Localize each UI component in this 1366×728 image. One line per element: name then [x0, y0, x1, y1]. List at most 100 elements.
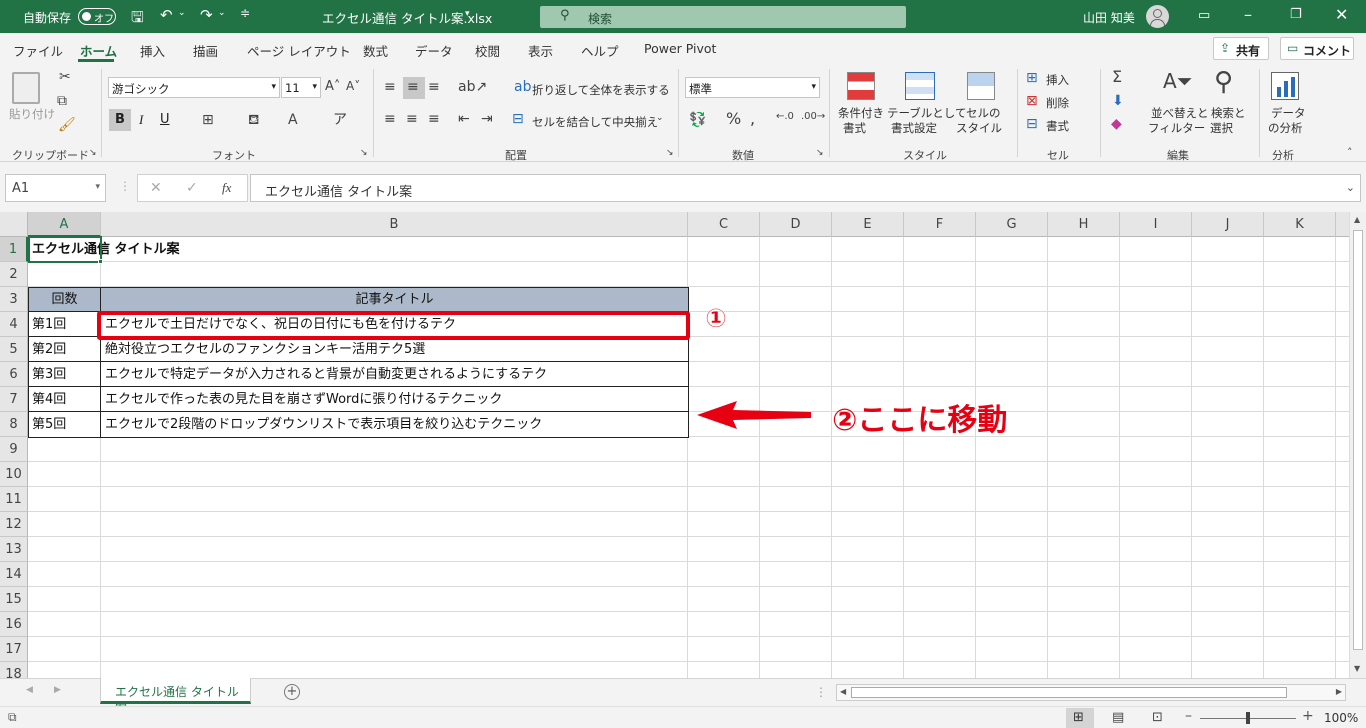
tab-view[interactable]: 表示 [528, 41, 553, 60]
fill-handle[interactable] [98, 259, 103, 264]
customize-qat-icon[interactable]: ≑ [240, 6, 250, 20]
tab-file[interactable]: ファイル [13, 41, 63, 60]
borders-icon[interactable]: ⊞ [202, 113, 214, 127]
sort-filter-label-2[interactable]: フィルター [1148, 120, 1205, 136]
insert-function-icon[interactable]: fx [222, 180, 231, 196]
normal-view-button[interactable]: ⊞ [1066, 708, 1094, 728]
undo-dropdown-icon[interactable]: ⌄ [178, 8, 186, 18]
column-header-h[interactable]: H [1048, 212, 1120, 237]
increase-decimal-icon[interactable]: ←.0 [776, 112, 794, 122]
share-button[interactable]: ⇪ 共有 [1213, 37, 1269, 60]
column-header-a[interactable]: A [28, 212, 101, 237]
row-header-14[interactable]: 14 [0, 562, 28, 587]
minimize-icon[interactable]: – [1244, 5, 1252, 24]
close-icon[interactable]: ✕ [1335, 5, 1348, 24]
find-select-icon[interactable]: ⚲ [1214, 69, 1233, 95]
align-middle-button[interactable]: ≡ [403, 77, 425, 99]
ribbon-display-icon[interactable]: ▭ [1198, 8, 1210, 23]
row-header-6[interactable]: 6 [0, 362, 28, 387]
paste-icon[interactable] [12, 72, 40, 104]
cell-styles-label-2[interactable]: スタイル [956, 120, 1002, 136]
tab-formulas[interactable]: 数式 [363, 41, 388, 60]
font-color-icon[interactable]: A [288, 113, 298, 127]
row-header-17[interactable]: 17 [0, 637, 28, 662]
name-box[interactable]: A1 ▾ [5, 174, 106, 202]
tab-power-pivot[interactable]: Power Pivot [644, 41, 716, 56]
conditional-format-icon[interactable] [847, 72, 875, 100]
phonetic-icon[interactable]: ア [333, 113, 347, 127]
insert-cells-button[interactable]: 挿入 [1046, 72, 1069, 88]
conditional-format-label-2[interactable]: 書式 [843, 120, 866, 136]
merge-center-button[interactable]: セルを結合して中央揃え [532, 114, 658, 130]
alignment-launcher-icon[interactable]: ↘ [666, 149, 674, 158]
user-name[interactable]: 山田 知美 [1083, 9, 1135, 26]
format-painter-icon[interactable]: 🖌 [58, 118, 76, 132]
row-header-3[interactable]: 3 [0, 287, 28, 312]
expand-formula-icon[interactable]: ⌄ [1346, 181, 1355, 194]
autosave-toggle[interactable]: オフ [78, 8, 116, 25]
scroll-thumb[interactable] [1353, 230, 1363, 650]
format-as-table-label-2[interactable]: 書式設定 [891, 120, 937, 136]
align-right-icon[interactable]: ≡ [428, 112, 440, 126]
save-icon[interactable]: 🖫 [131, 7, 144, 32]
row-header-12[interactable]: 12 [0, 512, 28, 537]
column-header-d[interactable]: D [760, 212, 832, 237]
analyze-data-label-1[interactable]: データ [1271, 105, 1306, 121]
formula-input[interactable]: エクセル通信 タイトル案 ⌄ [250, 174, 1361, 202]
scroll-thumb-horizontal[interactable] [851, 687, 1287, 698]
page-break-view-icon[interactable]: ⊡ [1152, 710, 1163, 725]
redo-icon[interactable]: ↷ [200, 6, 213, 24]
tab-draw[interactable]: 描画 [193, 41, 218, 60]
column-header-k[interactable]: K [1264, 212, 1336, 237]
sort-filter-icon[interactable]: A⏷ [1163, 71, 1193, 91]
format-as-table-icon[interactable] [905, 72, 935, 100]
wrap-text-icon[interactable]: ab [514, 80, 531, 94]
row-header-18[interactable]: 18 [0, 662, 28, 678]
format-cells-button[interactable]: 書式 [1046, 118, 1069, 134]
decrease-indent-icon[interactable]: ⇤ [458, 112, 470, 126]
title-dropdown-icon[interactable]: ▾ [465, 9, 470, 19]
cut-icon[interactable]: ✂ [59, 70, 71, 84]
tab-home[interactable]: ホーム [80, 41, 117, 60]
comma-style-icon[interactable]: , [750, 111, 755, 127]
format-cells-icon[interactable]: ⊟ [1026, 117, 1038, 131]
column-header-l[interactable] [1336, 212, 1349, 237]
increase-font-icon[interactable]: A˄ [325, 80, 340, 93]
scroll-up-icon[interactable]: ▲ [1354, 215, 1360, 224]
add-sheet-icon[interactable]: + [284, 684, 300, 700]
increase-indent-icon[interactable]: ⇥ [481, 112, 493, 126]
sort-filter-label-1[interactable]: 並べ替えと [1151, 105, 1209, 121]
wrap-text-button[interactable]: 折り返して全体を表示する [532, 82, 670, 98]
fill-icon[interactable]: ⬇ [1112, 94, 1124, 108]
copy-icon[interactable]: ⧉ [57, 94, 67, 108]
enter-icon[interactable]: ✓ [186, 180, 198, 196]
zoom-level[interactable]: 100% [1324, 711, 1358, 725]
cell-styles-icon[interactable] [967, 72, 995, 100]
number-format-select[interactable]: 標準 ▾ [685, 77, 820, 98]
find-select-label-1[interactable]: 検索と [1211, 105, 1246, 121]
tab-data[interactable]: データ [415, 41, 453, 60]
align-bottom-icon[interactable]: ≡ [428, 80, 440, 94]
cancel-icon[interactable]: ✕ [150, 180, 162, 196]
conditional-format-label-1[interactable]: 条件付き [838, 105, 884, 121]
tab-review[interactable]: 校閲 [475, 41, 500, 60]
tab-help[interactable]: ヘルプ [581, 41, 619, 60]
row-header-7[interactable]: 7 [0, 387, 28, 412]
delete-cells-button[interactable]: 削除 [1046, 95, 1069, 111]
column-header-j[interactable]: J [1192, 212, 1264, 237]
undo-icon[interactable]: ↶ [160, 6, 173, 24]
row-header-11[interactable]: 11 [0, 487, 28, 512]
decrease-font-icon[interactable]: A˅ [346, 80, 360, 92]
row-header-1[interactable]: 1 [0, 237, 28, 262]
font-name-select[interactable]: 游ゴシック ▾ [108, 77, 280, 98]
zoom-out-icon[interactable]: – [1185, 708, 1192, 724]
page-layout-view-icon[interactable]: ▤ [1112, 710, 1124, 725]
column-header-i[interactable]: I [1120, 212, 1192, 237]
row-header-10[interactable]: 10 [0, 462, 28, 487]
collapse-ribbon-icon[interactable]: ˄ [1347, 147, 1353, 158]
zoom-slider-thumb[interactable] [1246, 712, 1250, 724]
select-all-button[interactable] [0, 212, 28, 237]
number-launcher-icon[interactable]: ↘ [816, 149, 824, 158]
align-center-icon[interactable]: ≡ [406, 112, 418, 126]
row-header-16[interactable]: 16 [0, 612, 28, 637]
